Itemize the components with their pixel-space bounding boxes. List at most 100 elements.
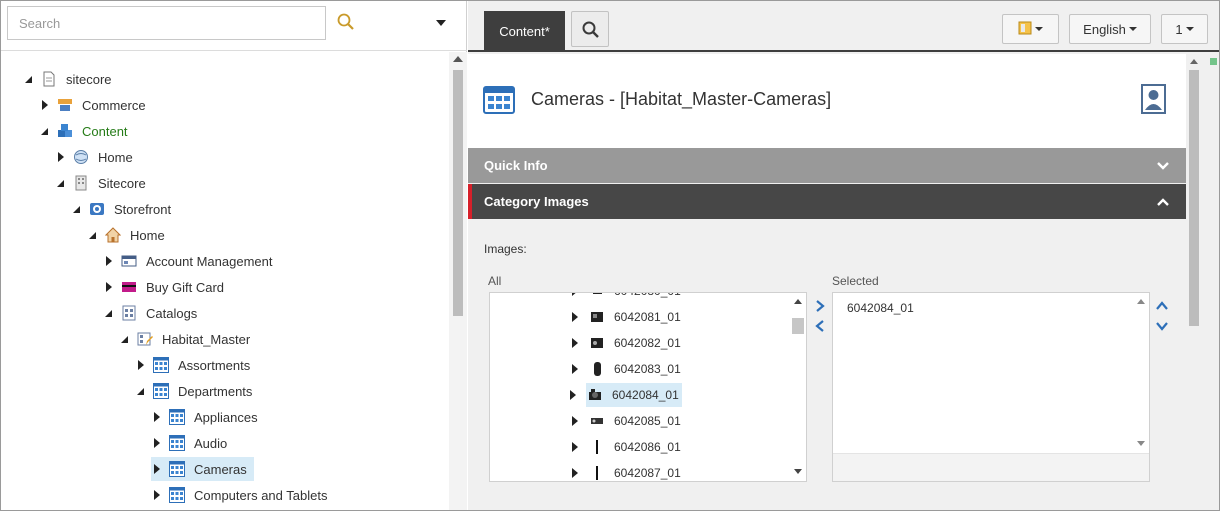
image-item-label[interactable]: 6042080_01: [611, 293, 684, 301]
category-images-section[interactable]: Category Images: [468, 184, 1186, 219]
collapse-arrow-icon[interactable]: [570, 363, 580, 375]
tree-node[interactable]: Storefront: [71, 197, 174, 221]
tree-node[interactable]: Commerce: [39, 93, 149, 117]
tree-node-label[interactable]: Buy Gift Card: [143, 277, 227, 298]
item-options-button[interactable]: [1002, 14, 1059, 44]
image-item-label[interactable]: 6042086_01: [611, 437, 684, 457]
image-list-item[interactable]: 6042083_01: [570, 357, 684, 381]
image-list-item[interactable]: 6042087_01: [570, 461, 684, 481]
move-up-icon[interactable]: [1155, 299, 1169, 313]
image-list-item[interactable]: 6042084_01: [570, 383, 682, 407]
user-icon[interactable]: [1141, 84, 1166, 114]
collapse-arrow-icon[interactable]: [570, 467, 580, 479]
scroll-up-icon[interactable]: [453, 56, 463, 62]
all-images-list[interactable]: 6042087_01 6042086_01 6042085_01 6042084_01…: [489, 292, 807, 482]
all-list-scrollbar[interactable]: [790, 293, 806, 481]
tree-node-label[interactable]: Commerce: [79, 95, 149, 116]
scroll-up-icon[interactable]: [1190, 59, 1198, 64]
scroll-thumb[interactable]: [1189, 70, 1199, 326]
image-list-item[interactable]: 6042080_01: [570, 293, 684, 303]
collapse-arrow-icon[interactable]: [39, 99, 51, 111]
scroll-thumb[interactable]: [792, 318, 804, 334]
search-input[interactable]: [7, 6, 326, 40]
tree-node[interactable]: Appliances: [151, 405, 261, 429]
version-selector[interactable]: 1: [1161, 14, 1208, 44]
tree-node-label[interactable]: sitecore: [63, 69, 115, 90]
tree-node-label[interactable]: Storefront: [111, 199, 174, 220]
chevron-down-icon[interactable]: [431, 13, 451, 33]
tree-node-label[interactable]: Home: [127, 225, 168, 246]
tree-node[interactable]: Account Management: [103, 249, 275, 273]
selected-images-list[interactable]: 6042084_01: [832, 292, 1150, 482]
collapse-arrow-icon[interactable]: [103, 255, 115, 267]
image-item-label[interactable]: 6042084_01: [609, 385, 682, 405]
scroll-down-icon[interactable]: [1137, 441, 1145, 446]
image-list-item[interactable]: 6042081_01: [570, 305, 684, 329]
move-right-icon[interactable]: [813, 299, 827, 313]
search-tab-button[interactable]: [571, 11, 609, 47]
tree-node[interactable]: Buy Gift Card: [103, 275, 227, 299]
tree-node[interactable]: Home: [87, 223, 168, 247]
image-list-item[interactable]: 6042085_01: [570, 409, 684, 433]
tree-node-label[interactable]: Catalogs: [143, 303, 200, 324]
language-selector[interactable]: English: [1069, 14, 1151, 44]
tree-node[interactable]: sitecore: [23, 67, 115, 91]
chevron-up-icon[interactable]: [1156, 195, 1170, 209]
tree-node[interactable]: Audio: [151, 431, 230, 455]
tree-node-label[interactable]: Computers and Tablets: [191, 485, 330, 506]
chevron-down-icon[interactable]: [1156, 159, 1170, 173]
collapse-arrow-icon[interactable]: [55, 151, 67, 163]
scroll-thumb[interactable]: [453, 70, 463, 316]
image-item-label[interactable]: 6042081_01: [611, 307, 684, 327]
collapse-arrow-icon[interactable]: [570, 415, 580, 427]
collapse-arrow-icon[interactable]: [151, 463, 163, 475]
tree-node[interactable]: Habitat_Master: [119, 327, 253, 351]
image-item-label[interactable]: 6042087_01: [611, 463, 684, 481]
expand-arrow-icon[interactable]: [119, 333, 131, 345]
tree-node[interactable]: Cameras: [151, 457, 254, 481]
image-item-label[interactable]: 6042083_01: [611, 359, 684, 379]
tree-node[interactable]: Catalogs: [103, 301, 200, 325]
move-left-icon[interactable]: [813, 319, 827, 333]
tree-node[interactable]: Assortments: [135, 353, 253, 377]
tree-node-label[interactable]: Assortments: [175, 355, 253, 376]
quick-info-section[interactable]: Quick Info: [468, 148, 1186, 183]
expand-arrow-icon[interactable]: [135, 385, 147, 397]
tree-node-label[interactable]: Appliances: [191, 407, 261, 428]
image-item-label[interactable]: 6042085_01: [611, 411, 684, 431]
collapse-arrow-icon[interactable]: [151, 411, 163, 423]
collapse-arrow-icon[interactable]: [570, 441, 580, 453]
expand-arrow-icon[interactable]: [87, 229, 99, 241]
image-list-item[interactable]: 6042086_01: [570, 435, 684, 459]
tree-node-label[interactable]: Habitat_Master: [159, 329, 253, 350]
move-down-icon[interactable]: [1155, 319, 1169, 333]
tree-node-label[interactable]: Sitecore: [95, 173, 149, 194]
tree-node-label[interactable]: Departments: [175, 381, 255, 402]
collapse-arrow-icon[interactable]: [135, 359, 147, 371]
tree-node[interactable]: Computers and Tablets: [151, 483, 330, 507]
tree-node[interactable]: Sitecore: [55, 171, 149, 195]
scroll-down-icon[interactable]: [794, 469, 802, 474]
selected-item[interactable]: 6042084_01: [847, 301, 914, 315]
editor-scrollbar[interactable]: [1186, 54, 1202, 510]
expand-arrow-icon[interactable]: [55, 177, 67, 189]
tab-content[interactable]: Content*: [484, 11, 565, 51]
collapse-arrow-icon[interactable]: [151, 489, 163, 501]
collapse-arrow-icon[interactable]: [570, 311, 580, 323]
search-icon[interactable]: [335, 11, 359, 35]
collapse-arrow-icon[interactable]: [570, 293, 580, 297]
image-list-item[interactable]: 6042082_01: [570, 331, 684, 355]
expand-arrow-icon[interactable]: [39, 125, 51, 137]
collapse-arrow-icon[interactable]: [570, 337, 580, 349]
image-item-label[interactable]: 6042082_01: [611, 333, 684, 353]
tree-node-label[interactable]: Content: [79, 121, 131, 142]
tree-scrollbar[interactable]: [449, 52, 467, 510]
scroll-up-icon[interactable]: [794, 299, 802, 304]
collapse-arrow-icon[interactable]: [103, 281, 115, 293]
expand-arrow-icon[interactable]: [71, 203, 83, 215]
expand-arrow-icon[interactable]: [23, 73, 35, 85]
tree-node-label[interactable]: Cameras: [191, 459, 250, 480]
tree-node-label[interactable]: Home: [95, 147, 136, 168]
collapse-arrow-icon[interactable]: [568, 389, 578, 401]
tree-node[interactable]: Home: [55, 145, 136, 169]
